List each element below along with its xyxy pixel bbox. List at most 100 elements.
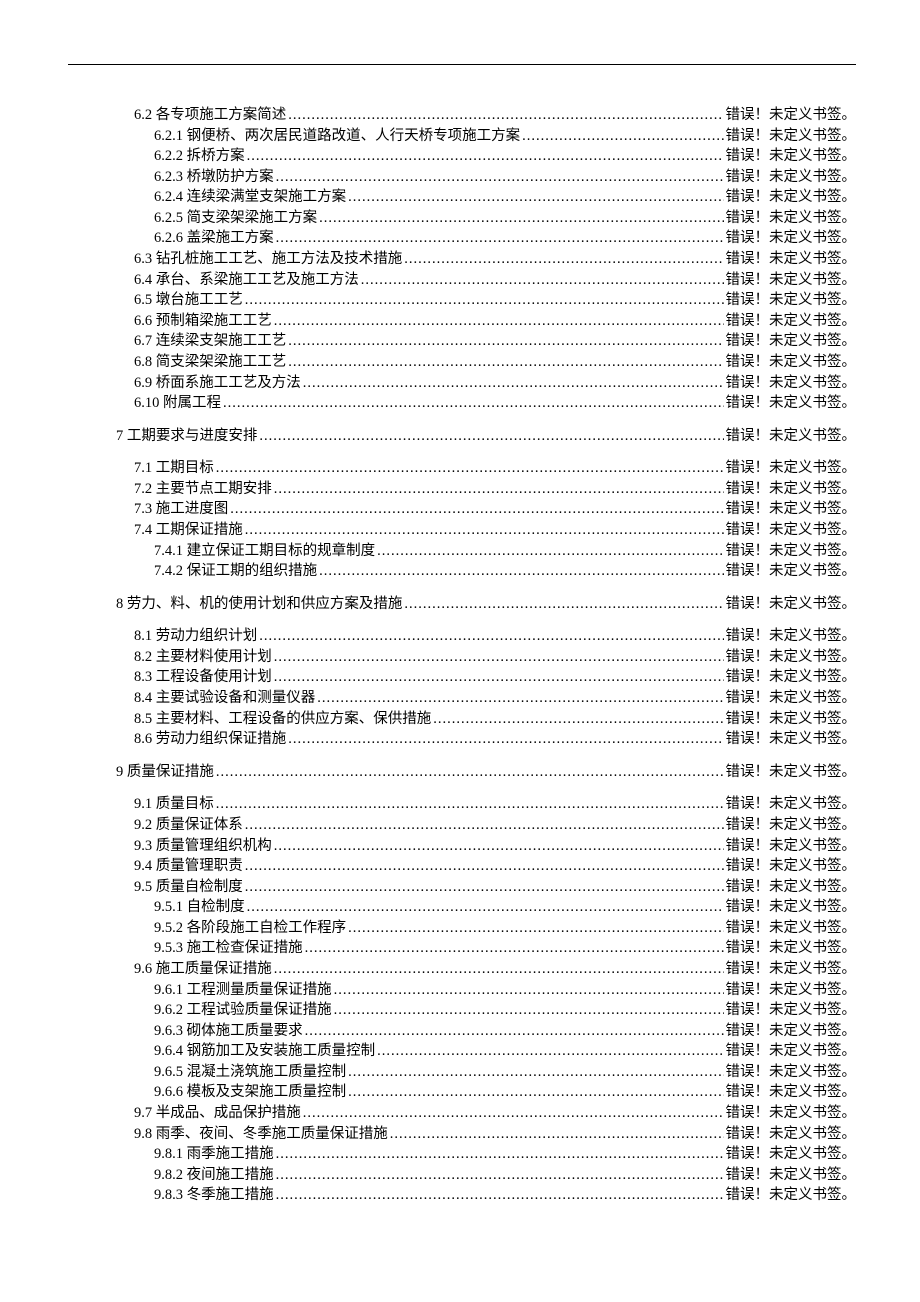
toc-entry-label: 9.6.6 模板及支架施工质量控制 (154, 1082, 346, 1103)
toc-entry-label: 9.8.1 雨季施工措施 (154, 1144, 274, 1165)
toc-leader-dots (216, 458, 724, 479)
toc-leader-dots (245, 856, 724, 877)
toc-page-ref: 错误！未定义书签。 (726, 918, 857, 939)
toc-page-ref: 错误！未定义书签。 (726, 647, 857, 668)
toc-entry-label: 6.2.4 连续梁满堂支架施工方案 (154, 187, 346, 208)
toc-row: 9.5.3 施工检查保证措施错误！未定义书签。 (68, 938, 856, 959)
toc-leader-dots (305, 938, 724, 959)
toc-leader-dots (259, 426, 723, 447)
toc-leader-dots (276, 228, 724, 249)
toc-entry-label: 6.2.1 钢便桥、两次居民道路改道、人行天桥专项施工方案 (154, 126, 520, 147)
toc-page-ref: 错误！未定义书签。 (726, 479, 857, 500)
toc-leader-dots (245, 815, 724, 836)
toc-entry-label: 6.2.6 盖梁施工方案 (154, 228, 274, 249)
toc-row: 6.8 简支梁架梁施工工艺错误！未定义书签。 (68, 352, 856, 373)
toc-leader-dots (288, 105, 723, 126)
toc-leader-dots (245, 290, 724, 311)
toc-row: 9.8.2 夜间施工措施 错误！未定义书签。 (68, 1165, 856, 1186)
toc-row: 6.2.6 盖梁施工方案 错误！未定义书签。 (68, 228, 856, 249)
toc-page-ref: 错误！未定义书签。 (726, 499, 857, 520)
toc-entry-label: 7.4.2 保证工期的组织措施 (154, 561, 317, 582)
toc-row: 9.8.1 雨季施工措施 错误！未定义书签。 (68, 1144, 856, 1165)
toc-row: 9.6.3 砌体施工质量要求错误！未定义书签。 (68, 1021, 856, 1042)
toc-page-ref: 错误！未定义书签。 (726, 1062, 857, 1083)
toc-leader-dots (361, 270, 724, 291)
toc-leader-dots (348, 187, 723, 208)
toc-entry-label: 9.5.3 施工检查保证措施 (154, 938, 303, 959)
toc-entry-label: 9.8 雨季、夜间、冬季施工质量保证措施 (134, 1124, 388, 1145)
toc-row: 8.2 主要材料使用计划 错误！未定义书签。 (68, 647, 856, 668)
toc-page-ref: 错误！未定义书签。 (726, 794, 857, 815)
toc-leader-dots (274, 959, 724, 980)
toc-row: 9.3 质量管理组织机构 错误！未定义书签。 (68, 836, 856, 857)
toc-entry-label: 6.4 承台、系梁施工工艺及施工方法 (134, 270, 359, 291)
toc-row: 8.6 劳动力组织保证措施错误！未定义书签。 (68, 729, 856, 750)
toc-page-ref: 错误！未定义书签。 (726, 959, 857, 980)
toc-page-ref: 错误！未定义书签。 (726, 105, 857, 126)
toc-row: 6.2.3 桥墩防护方案错误！未定义书签。 (68, 167, 856, 188)
toc-entry-label: 8.3 工程设备使用计划 (134, 667, 272, 688)
toc-row: 9.6 施工质量保证措施错误！未定义书签。 (68, 959, 856, 980)
toc-page-ref: 错误！未定义书签。 (726, 709, 857, 730)
toc-block: 7.1 工期目标错误！未定义书签。7.2 主要节点工期安排错误！未定义书签。7.… (68, 458, 856, 581)
toc-block: 8.1 劳动力组织计划错误！未定义书签。8.2 主要材料使用计划错误！未定义书签… (68, 626, 856, 749)
toc-entry-label: 9.3 质量管理组织机构 (134, 836, 272, 857)
toc-page-ref: 错误！未定义书签。 (726, 1185, 857, 1206)
toc-entry-label: 8.6 劳动力组织保证措施 (134, 729, 286, 750)
toc-entry-label: 6.6 预制箱梁施工工艺 (134, 311, 272, 332)
toc-row: 6.4 承台、系梁施工工艺及施工方法 错误！未定义书签。 (68, 270, 856, 291)
toc-page-ref: 错误！未定义书签。 (726, 393, 857, 414)
toc-row: 9.6.2 工程试验质量保证措施错误！未定义书签。 (68, 1000, 856, 1021)
toc-row: 6.7 连续梁支架施工工艺错误！未定义书签。 (68, 331, 856, 352)
toc-page-ref: 错误！未定义书签。 (726, 270, 857, 291)
toc-entry-label: 6.2 各专项施工方案简述 (134, 105, 286, 126)
toc-leader-dots (223, 393, 724, 414)
toc-page-ref: 错误！未定义书签。 (726, 594, 857, 615)
toc-page-ref: 错误！未定义书签。 (726, 187, 857, 208)
toc-row: 8.5 主要材料、工程设备的供应方案、保供措施错误！未定义书签。 (68, 709, 856, 730)
toc-entry-label: 6.9 桥面系施工工艺及方法 (134, 373, 301, 394)
toc-entry-label: 8.2 主要材料使用计划 (134, 647, 272, 668)
toc-leader-dots (288, 352, 723, 373)
toc-page-ref: 错误！未定义书签。 (726, 373, 857, 394)
toc-entry-label: 6.3 钻孔桩施工工艺、施工方法及技术措施 (134, 249, 402, 270)
toc-row: 9.6.5 混凝土浇筑施工质量控制错误！未定义书签。 (68, 1062, 856, 1083)
toc-entry-label: 6.5 墩台施工工艺 (134, 290, 243, 311)
toc-page-ref: 错误！未定义书签。 (726, 352, 857, 373)
toc-page-ref: 错误！未定义书签。 (726, 146, 857, 167)
toc-entry-label: 9.5.2 各阶段施工自检工作程序 (154, 918, 346, 939)
toc-entry-label: 6.2.5 简支梁架梁施工方案 (154, 208, 317, 229)
toc-page-ref: 错误！未定义书签。 (726, 541, 857, 562)
toc-page-ref: 错误！未定义书签。 (726, 626, 857, 647)
toc-leader-dots (348, 1082, 723, 1103)
toc-leader-dots (274, 647, 724, 668)
toc-row: 7.4.1 建立保证工期目标的规章制度错误！未定义书签。 (68, 541, 856, 562)
toc-leader-dots (247, 146, 724, 167)
toc-leader-dots (303, 373, 724, 394)
toc-page-ref: 错误！未定义书签。 (726, 897, 857, 918)
toc-row: 8.1 劳动力组织计划错误！未定义书签。 (68, 626, 856, 647)
toc-page-ref: 错误！未定义书签。 (726, 1144, 857, 1165)
toc-row: 8.3 工程设备使用计划错误！未定义书签。 (68, 667, 856, 688)
toc-page-ref: 错误！未定义书签。 (726, 290, 857, 311)
toc-leader-dots (348, 918, 723, 939)
toc-entry-label: 9.8.3 冬季施工措施 (154, 1185, 274, 1206)
toc-row: 6.2.2 拆桥方案错误！未定义书签。 (68, 146, 856, 167)
toc-leader-dots (317, 688, 723, 709)
toc-page-ref: 错误！未定义书签。 (726, 762, 857, 783)
toc-row: 9.2 质量保证体系错误！未定义书签。 (68, 815, 856, 836)
toc-page-ref: 错误！未定义书签。 (726, 877, 857, 898)
toc-entry-label: 7.3 施工进度图 (134, 499, 228, 520)
toc-leader-dots (288, 729, 723, 750)
toc-page-ref: 错误！未定义书签。 (726, 458, 857, 479)
toc-page-ref: 错误！未定义书签。 (726, 836, 857, 857)
toc-leader-dots (303, 1103, 724, 1124)
toc-leader-dots (276, 1144, 724, 1165)
toc-page-ref: 错误！未定义书签。 (726, 1165, 857, 1186)
toc-row: 9.5.1 自检制度错误！未定义书签。 (68, 897, 856, 918)
toc-page-ref: 错误！未定义书签。 (726, 228, 857, 249)
toc-row: 6.2.4 连续梁满堂支架施工方案 错误！未定义书签。 (68, 187, 856, 208)
toc-entry-label: 9.8.2 夜间施工措施 (154, 1165, 274, 1186)
toc-block: 9 质量保证措施错误！未定义书签。 (68, 762, 856, 783)
toc-leader-dots (377, 541, 723, 562)
